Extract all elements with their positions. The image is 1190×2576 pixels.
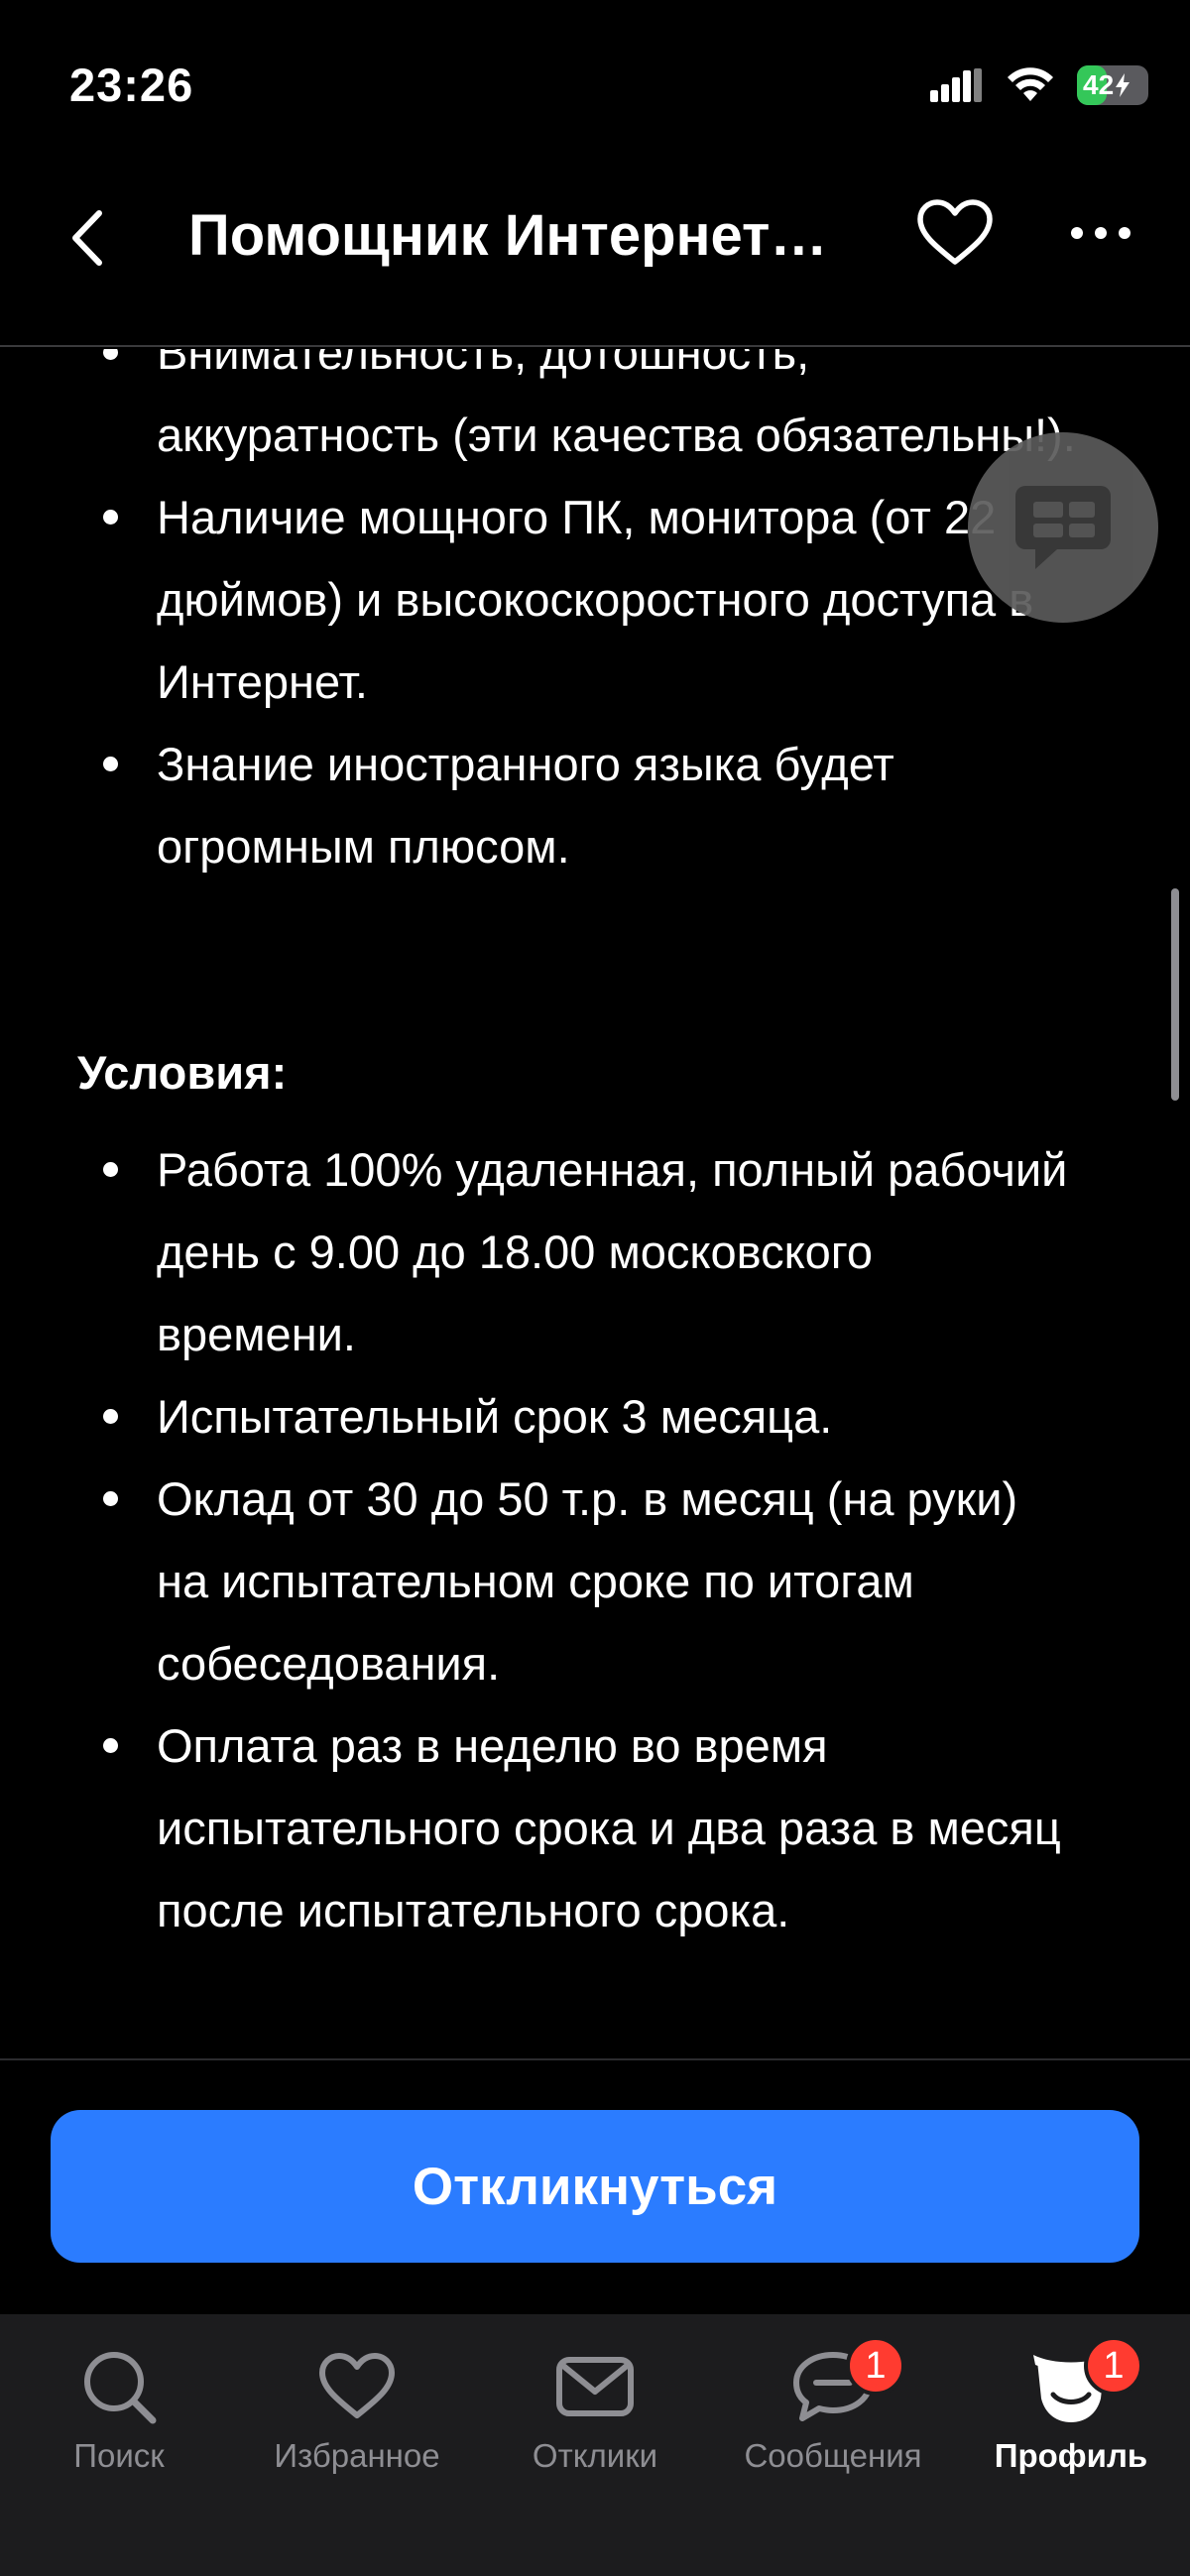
list-item: Испытательный срок 3 месяца.	[0, 1375, 1190, 1458]
tab-label: Отклики	[532, 2437, 658, 2474]
nav-header: Помощник Интернет…	[0, 169, 1190, 347]
status-time: 23:26	[69, 59, 194, 111]
tab-label: Профиль	[994, 2437, 1148, 2474]
list-item: Оклад от 30 до 50 т.р. в месяц (на руки)…	[0, 1458, 1190, 1704]
messages-badge: 1	[846, 2336, 905, 2396]
tab-label: Поиск	[73, 2437, 165, 2474]
status-icons: 42	[930, 65, 1148, 105]
favorite-button[interactable]	[912, 193, 998, 273]
apply-button[interactable]: Откликнуться	[51, 2110, 1139, 2263]
wifi-icon	[1008, 67, 1053, 101]
chat-bubble-icon	[1015, 486, 1111, 569]
list-item: Работа 100% удаленная, полный рабочий де…	[0, 1128, 1190, 1375]
back-button[interactable]	[58, 198, 117, 278]
envelope-icon	[550, 2342, 640, 2431]
apply-area: Откликнуться	[0, 2058, 1190, 2314]
more-options-button[interactable]	[1061, 193, 1140, 273]
cellular-signal-icon	[930, 68, 982, 102]
tab-label: Сообщения	[744, 2437, 922, 2474]
chat-floating-button[interactable]	[968, 432, 1158, 623]
requirements-list: Внимательность, дотошность, аккуратность…	[0, 349, 1190, 887]
list-item: Оплата раз в неделю во время испытательн…	[0, 1704, 1190, 1951]
list-item: Знание иностранного языка будет огромным…	[0, 723, 1190, 887]
status-bar: 23:26 42	[0, 0, 1190, 169]
battery-indicator: 42	[1077, 65, 1148, 105]
tab-profile[interactable]: 1 Профиль	[952, 2314, 1190, 2513]
heart-icon	[917, 199, 993, 265]
conditions-list: Работа 100% удаленная, полный рабочий де…	[0, 1128, 1190, 1951]
search-icon	[74, 2342, 164, 2431]
conditions-heading: Условия:	[77, 1046, 288, 1099]
tab-favorites[interactable]: Избранное	[238, 2314, 476, 2513]
tab-label: Избранное	[274, 2437, 440, 2474]
page-title: Помощник Интернет…	[188, 203, 828, 268]
scrollbar[interactable]	[1171, 888, 1179, 1101]
tab-responses[interactable]: Отклики	[476, 2314, 714, 2513]
charging-bolt-icon	[1116, 73, 1130, 97]
chat-icon: 1	[788, 2336, 905, 2431]
profile-badge: 1	[1084, 2336, 1143, 2396]
heart-icon	[312, 2342, 402, 2431]
tab-bar: Поиск Избранное Отклики 1 Сообщения 1 Пр…	[0, 2314, 1190, 2576]
tab-search[interactable]: Поиск	[0, 2314, 238, 2513]
profile-icon: 1	[1026, 2336, 1143, 2431]
more-dots-icon	[1071, 227, 1130, 239]
chevron-left-icon	[72, 210, 102, 266]
tab-messages[interactable]: 1 Сообщения	[714, 2314, 952, 2513]
battery-level: 42	[1083, 69, 1115, 100]
